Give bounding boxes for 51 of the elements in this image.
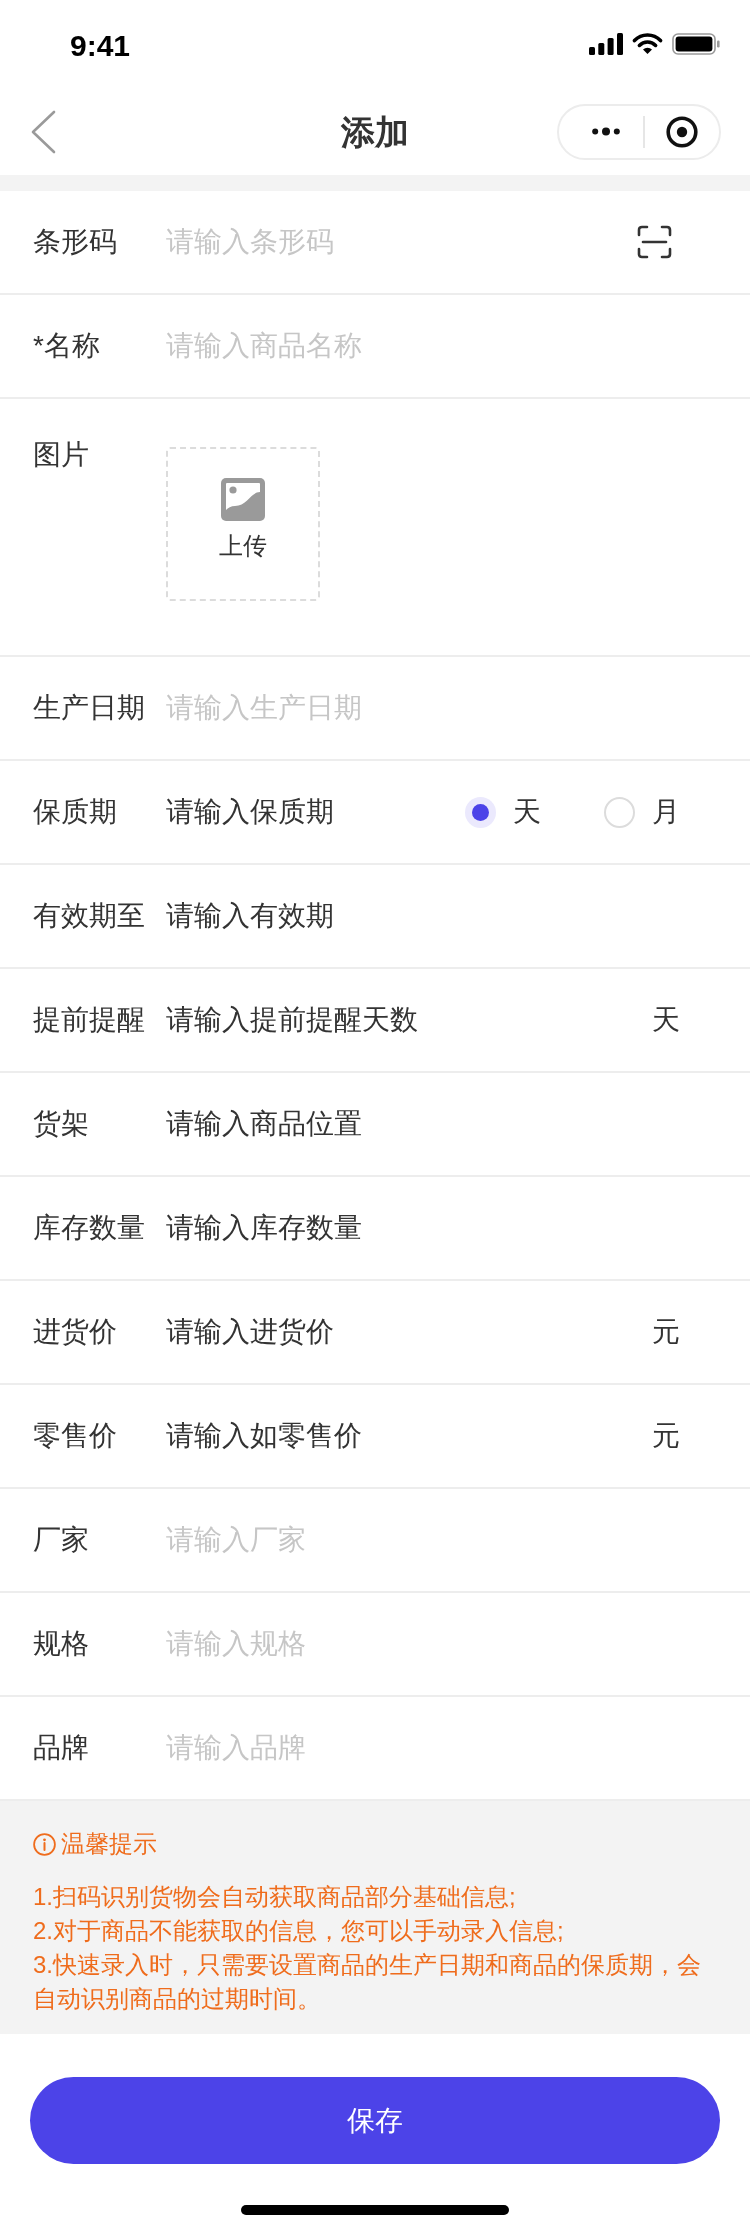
field-label: 零售价	[33, 1419, 118, 1453]
field-label: 条形码	[33, 225, 118, 259]
signal-icon	[589, 33, 623, 55]
image-icon	[221, 478, 265, 521]
more-icon[interactable]	[592, 127, 620, 136]
save-button[interactable]: 保存	[30, 2077, 720, 2164]
radio-option[interactable]: 月	[604, 792, 680, 832]
input-field[interactable]: 请输入商品位置	[166, 1102, 680, 1146]
radio-option[interactable]: 天	[465, 792, 541, 832]
field-label: 有效期至	[33, 899, 146, 933]
field-label: 品牌	[33, 1731, 90, 1765]
field-label: 货架	[33, 1107, 90, 1141]
input-field[interactable]: 请输入规格	[166, 1622, 680, 1666]
unit-label: 元	[652, 1315, 680, 1349]
status-time: 9:41	[70, 28, 131, 64]
field-label: 保质期	[33, 795, 118, 829]
field-label: 规格	[33, 1627, 90, 1661]
info-icon	[33, 1832, 56, 1856]
upload-button[interactable]: 上传	[166, 447, 320, 601]
field-label: 图片	[33, 438, 90, 472]
input-field[interactable]: 请输入保质期	[166, 790, 465, 834]
tip-text: 3.快速录入时，只需要设置商品的生产日期和商品的保质期，会自动识别商品的过期时间。	[33, 1950, 702, 2014]
input-field[interactable]: 请输入库存数量	[166, 1206, 680, 1250]
input-field[interactable]: 请输入商品名称	[166, 324, 680, 368]
field-label: 进货价	[33, 1315, 118, 1349]
target-icon[interactable]	[666, 115, 698, 148]
wifi-icon	[632, 33, 663, 55]
unit-label: 元	[652, 1419, 680, 1453]
page-title: 添加	[341, 111, 409, 153]
input-field[interactable]: 请输入条形码	[166, 220, 637, 264]
tip-text: 1.扫码识别货物会自动获取商品部分基础信息;	[33, 1882, 517, 1912]
unit-label: 天	[652, 1003, 680, 1037]
field-label: 库存数量	[33, 1211, 146, 1245]
field-label: *名称	[33, 329, 101, 363]
tips-title: 温馨提示	[61, 1829, 157, 1859]
input-field[interactable]: 请输入进货价	[166, 1310, 652, 1354]
tip-text: 2.对于商品不能获取的信息，您可以手动录入信息;	[33, 1916, 565, 1946]
battery-icon	[672, 33, 720, 55]
input-field[interactable]: 请输入有效期	[166, 894, 680, 938]
field-label: 提前提醒	[33, 1003, 146, 1037]
radio-icon[interactable]	[465, 796, 496, 828]
back-icon[interactable]	[30, 109, 56, 154]
field-label: 厂家	[33, 1523, 90, 1557]
radio-icon[interactable]	[604, 796, 635, 828]
input-field[interactable]: 请输入生产日期	[166, 686, 680, 730]
input-field[interactable]: 请输入品牌	[166, 1726, 680, 1770]
input-field[interactable]: 请输入提前提醒天数	[166, 998, 652, 1042]
field-label: 生产日期	[33, 691, 146, 725]
scan-icon[interactable]	[637, 225, 672, 259]
input-field[interactable]: 请输入厂家	[166, 1518, 680, 1562]
input-field[interactable]: 请输入如零售价	[166, 1414, 652, 1458]
